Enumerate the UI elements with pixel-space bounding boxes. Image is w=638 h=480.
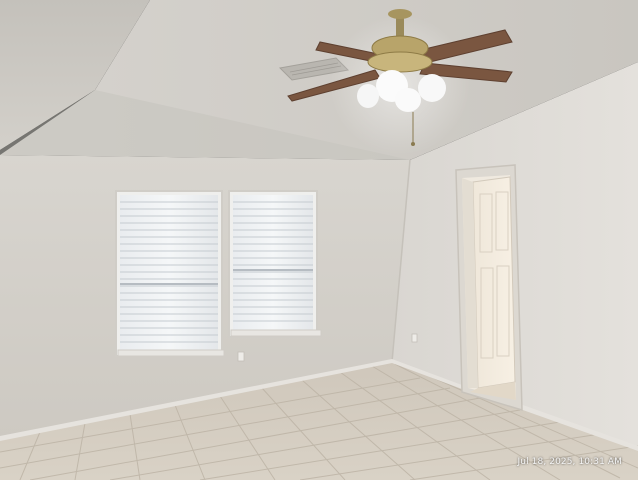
light-globe-3 [418,74,446,102]
room-photo: Jul 18, 2025, 10:31 AM [0,0,638,480]
light-globe-4 [395,88,421,112]
light-globe-2 [357,84,379,108]
doorway [455,164,523,412]
wall-outlet-right [411,333,418,343]
photo-timestamp: Jul 18, 2025, 10:31 AM [517,457,622,467]
window-right [228,190,322,338]
wall-outlet [237,351,245,362]
room-illustration [0,0,638,480]
window-left [115,190,225,357]
